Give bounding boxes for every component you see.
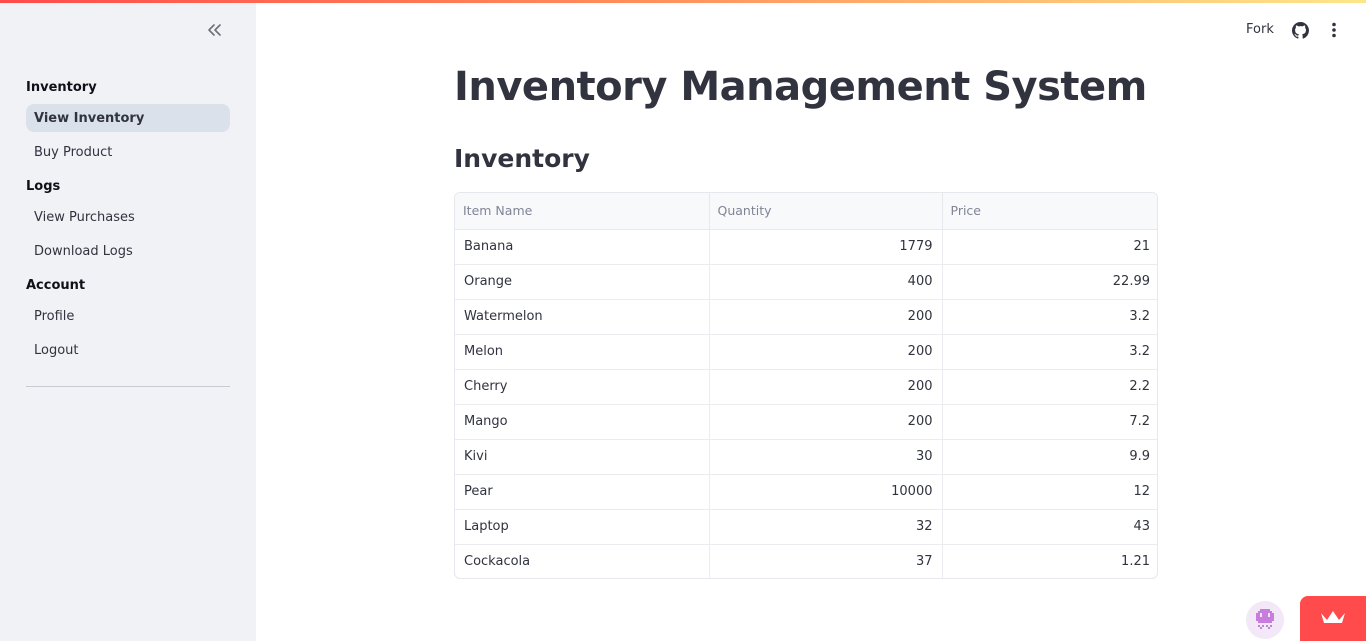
table-row: Mango 200 7.2 — [455, 404, 1157, 440]
sidebar-item-download-logs[interactable]: Download Logs — [26, 237, 230, 265]
cell-price[interactable]: 21 — [941, 229, 1157, 265]
cell-quantity[interactable]: 200 — [708, 334, 942, 370]
top-decoration-bar — [0, 0, 1366, 3]
sidebar-item-view-inventory[interactable]: View Inventory — [26, 104, 230, 132]
sidebar-item-logout[interactable]: Logout — [26, 336, 230, 364]
sidebar-item-label: View Inventory — [34, 110, 145, 126]
cell-quantity[interactable]: 1779 — [708, 229, 942, 265]
cell-price[interactable]: 3.2 — [941, 299, 1157, 335]
sidebar-item-label: Download Logs — [34, 243, 133, 259]
collapse-sidebar-button[interactable] — [202, 20, 226, 42]
cell-price[interactable]: 2.2 — [941, 369, 1157, 405]
cell-price[interactable]: 12 — [941, 474, 1157, 510]
cell-item-name[interactable]: Kivi — [455, 439, 709, 475]
cell-quantity[interactable]: 400 — [708, 264, 942, 300]
column-header-price[interactable]: Price — [941, 193, 1157, 230]
sidebar-item-profile[interactable]: Profile — [26, 302, 230, 330]
table-row: Melon 200 3.2 — [455, 334, 1157, 370]
sidebar-item-label: Logout — [34, 342, 79, 358]
section-title: Inventory — [454, 144, 590, 173]
table-header-row: Item Name Quantity Price — [455, 193, 1157, 230]
cell-price[interactable]: 3.2 — [941, 334, 1157, 370]
cell-price[interactable]: 9.9 — [941, 439, 1157, 475]
table-row: Cockacola 37 1.21 — [455, 544, 1157, 578]
cell-item-name[interactable]: Laptop — [455, 509, 709, 545]
table-row: Cherry 200 2.2 — [455, 369, 1157, 405]
cell-quantity[interactable]: 200 — [708, 369, 942, 405]
cell-item-name[interactable]: Pear — [455, 474, 709, 510]
inventory-table[interactable]: Item Name Quantity Price Banana 1779 21 … — [454, 192, 1158, 579]
cell-item-name[interactable]: Melon — [455, 334, 709, 370]
cell-quantity[interactable]: 32 — [708, 509, 942, 545]
cell-price[interactable]: 1.21 — [941, 544, 1157, 578]
cell-quantity[interactable]: 200 — [708, 299, 942, 335]
streamlit-badge[interactable] — [1300, 596, 1366, 641]
cell-price[interactable]: 43 — [941, 509, 1157, 545]
table-row: Pear 10000 12 — [455, 474, 1157, 510]
sidebar: Inventory View Inventory Buy Product Log… — [0, 0, 256, 641]
cell-item-name[interactable]: Watermelon — [455, 299, 709, 335]
cell-quantity[interactable]: 200 — [708, 404, 942, 440]
cell-item-name[interactable]: Banana — [455, 229, 709, 265]
column-header-quantity[interactable]: Quantity — [708, 193, 942, 230]
cell-quantity[interactable]: 30 — [708, 439, 942, 475]
nav-section-account: Account — [26, 278, 86, 293]
avatar[interactable] — [1246, 601, 1284, 639]
crown-icon — [1319, 608, 1347, 630]
sidebar-item-view-purchases[interactable]: View Purchases — [26, 203, 230, 231]
table-row: Watermelon 200 3.2 — [455, 299, 1157, 335]
sidebar-divider — [26, 386, 230, 387]
sidebar-item-label: Buy Product — [34, 144, 113, 160]
chevrons-left-icon — [206, 22, 222, 41]
fork-button[interactable]: Fork — [1246, 22, 1274, 37]
cell-item-name[interactable]: Cherry — [455, 369, 709, 405]
cell-quantity[interactable]: 10000 — [708, 474, 942, 510]
table-row: Laptop 32 43 — [455, 509, 1157, 545]
sidebar-item-buy-product[interactable]: Buy Product — [26, 138, 230, 166]
cell-price[interactable]: 7.2 — [941, 404, 1157, 440]
table-row: Orange 400 22.99 — [455, 264, 1157, 300]
cell-price[interactable]: 22.99 — [941, 264, 1157, 300]
cell-item-name[interactable]: Mango — [455, 404, 709, 440]
nav-section-inventory: Inventory — [26, 80, 97, 95]
column-header-item-name[interactable]: Item Name — [455, 193, 709, 230]
github-icon[interactable] — [1291, 21, 1309, 39]
kebab-menu-icon[interactable] — [1325, 21, 1343, 39]
nav-section-logs: Logs — [26, 179, 61, 194]
table-row: Banana 1779 21 — [455, 229, 1157, 265]
sidebar-item-label: View Purchases — [34, 209, 135, 225]
page-title: Inventory Management System — [454, 64, 1147, 110]
cell-quantity[interactable]: 37 — [708, 544, 942, 578]
cell-item-name[interactable]: Orange — [455, 264, 709, 300]
cell-item-name[interactable]: Cockacola — [455, 544, 709, 578]
table-row: Kivi 30 9.9 — [455, 439, 1157, 475]
sidebar-item-label: Profile — [34, 308, 75, 324]
